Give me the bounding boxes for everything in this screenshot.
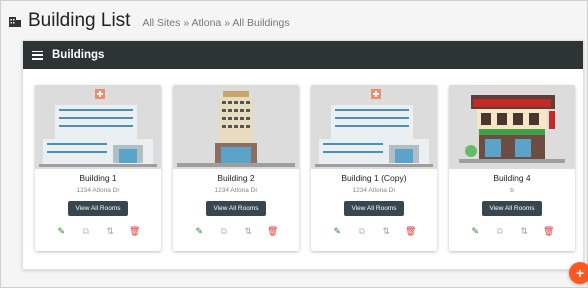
panel-title: Buildings xyxy=(52,49,105,61)
building-address: 1234 Atlona Dr xyxy=(76,187,120,194)
building-address: b xyxy=(510,187,514,194)
hospital-icon xyxy=(315,89,433,167)
pencil-icon[interactable]: ✎ xyxy=(193,225,205,237)
card-actions: ✎ ⧉ ⇅ 🗑 xyxy=(449,225,575,237)
breadcrumb-separator: » xyxy=(224,16,231,29)
breadcrumb: All Sites » Atlona » All Buildings xyxy=(142,17,289,29)
add-icon: + xyxy=(575,265,585,281)
card-actions: ✎ ⧉ ⇅ 🗑 xyxy=(311,225,437,237)
pencil-icon[interactable]: ✎ xyxy=(331,225,343,237)
building-card: Building 4 b View All Rooms ✎ ⧉ ⇅ 🗑 xyxy=(449,85,575,251)
building-name: Building 2 xyxy=(217,173,255,183)
building-card: Building 2 1234 Atlona Dr View All Rooms… xyxy=(173,85,299,251)
card-actions: ✎ ⧉ ⇅ 🗑 xyxy=(35,225,161,237)
shop-icon xyxy=(459,95,565,163)
view-all-rooms-button[interactable]: View All Rooms xyxy=(482,201,542,216)
building-name: Building 1 (Copy) xyxy=(341,173,407,183)
pencil-icon[interactable]: ✎ xyxy=(469,225,481,237)
building-image xyxy=(311,85,437,169)
breadcrumb-all-sites[interactable]: All Sites xyxy=(142,17,180,29)
copy-icon[interactable]: ⧉ xyxy=(356,225,368,237)
trash-icon[interactable]: 🗑 xyxy=(543,225,555,237)
building-image xyxy=(173,85,299,169)
breadcrumb-atlona[interactable]: Atlona xyxy=(192,17,222,29)
copy-icon[interactable]: ⧉ xyxy=(80,225,92,237)
building-address: 1234 Atlona Dr xyxy=(214,187,258,194)
building-cards: Building 1 1234 Atlona Dr View All Rooms… xyxy=(35,85,575,251)
building-card: Building 1 1234 Atlona Dr View All Rooms… xyxy=(35,85,161,251)
view-all-rooms-button[interactable]: View All Rooms xyxy=(206,201,266,216)
panel-header: Buildings xyxy=(23,41,583,69)
add-building-button[interactable]: + xyxy=(569,262,588,284)
page-title: Building List xyxy=(28,10,131,31)
buildings-panel: Buildings Building 1 1234 Atlona Dr View… xyxy=(22,40,584,270)
building-name: Building 1 xyxy=(79,173,117,183)
breadcrumb-all-buildings: All Buildings xyxy=(232,16,290,29)
building-card: Building 1 (Copy) 1234 Atlona Dr View Al… xyxy=(311,85,437,251)
copy-icon[interactable]: ⧉ xyxy=(494,225,506,237)
move-icon[interactable]: ⇅ xyxy=(104,225,116,237)
building-image xyxy=(449,85,575,169)
move-icon[interactable]: ⇅ xyxy=(380,225,392,237)
trash-icon[interactable]: 🗑 xyxy=(405,225,417,237)
hospital-icon xyxy=(39,89,157,167)
view-all-rooms-button[interactable]: View All Rooms xyxy=(68,201,128,216)
copy-icon[interactable]: ⧉ xyxy=(218,225,230,237)
trash-icon[interactable]: 🗑 xyxy=(129,225,141,237)
move-icon[interactable]: ⇅ xyxy=(518,225,530,237)
building-icon xyxy=(9,17,21,27)
building-image xyxy=(35,85,161,169)
view-all-rooms-button[interactable]: View All Rooms xyxy=(344,201,404,216)
building-name: Building 4 xyxy=(493,173,531,183)
trash-icon[interactable]: 🗑 xyxy=(267,225,279,237)
building-address: 1234 Atlona Dr xyxy=(352,187,396,194)
hotel-tower-icon xyxy=(177,91,295,167)
breadcrumb-separator: » xyxy=(183,16,190,29)
card-actions: ✎ ⧉ ⇅ 🗑 xyxy=(173,225,299,237)
menu-icon[interactable] xyxy=(32,50,43,60)
page-header: Building List All Sites » Atlona » All B… xyxy=(8,8,290,34)
pencil-icon[interactable]: ✎ xyxy=(55,225,67,237)
move-icon[interactable]: ⇅ xyxy=(242,225,254,237)
